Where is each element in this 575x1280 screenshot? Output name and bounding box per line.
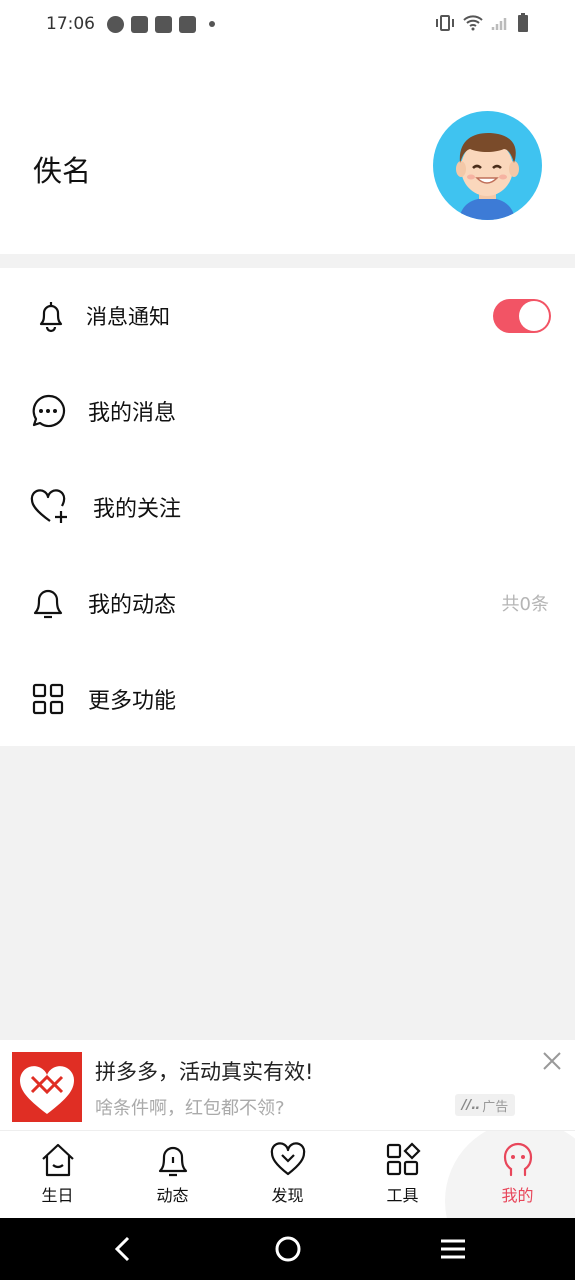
ad-title: 拼多多，活动真实有效! — [95, 1060, 314, 1084]
menu-label-following: 我的关注 — [93, 497, 182, 522]
menu-item-activity[interactable]: 我的动态 共0条 — [0, 555, 575, 651]
tab-birthday[interactable]: 生日 — [0, 1131, 115, 1218]
recents-icon[interactable] — [439, 1235, 467, 1263]
tab-label: 工具 — [386, 1186, 419, 1205]
shopping-bag-icon — [131, 15, 148, 33]
bell-icon — [158, 1146, 187, 1177]
heart-plus-icon — [30, 489, 67, 523]
tab-mine[interactable]: 我的 — [460, 1131, 575, 1218]
ad-badge: //‥ 广告 — [455, 1094, 515, 1116]
menu-label-messages: 我的消息 — [88, 401, 177, 426]
menu-label-more: 更多功能 — [88, 689, 177, 714]
notifications-toggle[interactable] — [493, 299, 551, 333]
user-name[interactable]: 佚名 — [33, 148, 91, 190]
tab-label: 生日 — [41, 1186, 74, 1205]
ad-logo-mark-icon: //‥ — [461, 1097, 481, 1113]
profile-header: 佚名 — [0, 48, 575, 254]
tab-label: 我的 — [501, 1186, 534, 1205]
status-time: 17:06 — [46, 14, 95, 34]
vibrate-icon — [436, 15, 454, 31]
menu-list: 消息通知 我的消息 我的关注 我的动态 共0条 更多功能 — [0, 268, 575, 746]
home-icon — [41, 1143, 74, 1177]
activity-count: 共0条 — [501, 594, 549, 615]
menu-item-notifications[interactable]: 消息通知 — [0, 268, 575, 364]
shopping-bag-icon — [179, 15, 196, 33]
system-nav-bar — [0, 1218, 575, 1280]
more-notifications-dot — [209, 21, 215, 27]
signal-icon — [491, 18, 507, 30]
battery-icon — [518, 13, 528, 32]
menu-label-notifications: 消息通知 — [86, 305, 170, 329]
avatar-boy-icon — [456, 133, 519, 220]
tools-icon — [386, 1142, 421, 1176]
tab-label: 动态 — [156, 1186, 189, 1205]
status-bar: 17:06 — [0, 0, 575, 48]
tab-discover[interactable]: 发现 — [230, 1131, 345, 1218]
shopping-bag-icon — [155, 15, 172, 33]
profile-icon — [503, 1142, 532, 1177]
speed-icon — [107, 15, 124, 33]
pinduoduo-logo — [12, 1052, 82, 1122]
avatar[interactable] — [433, 111, 542, 220]
ad-subtitle: 啥条件啊，红包都不领? — [95, 1098, 285, 1119]
ad-badge-label: 广告 — [482, 1099, 509, 1115]
tab-activity[interactable]: 动态 — [115, 1131, 230, 1218]
tab-label: 发现 — [271, 1186, 304, 1205]
home-circle-icon[interactable] — [274, 1235, 302, 1263]
heart-icon — [270, 1142, 305, 1176]
wifi-icon — [463, 15, 483, 31]
chat-bubble-icon — [32, 394, 66, 428]
ad-banner[interactable]: 拼多多，活动真实有效! 啥条件啊，红包都不领? //‥ 广告 — [0, 1040, 575, 1130]
tab-tools[interactable]: 工具 — [345, 1131, 460, 1218]
menu-item-more[interactable]: 更多功能 — [0, 651, 575, 747]
toggle-knob — [519, 301, 549, 331]
menu-item-following[interactable]: 我的关注 — [0, 459, 575, 555]
back-icon[interactable] — [110, 1235, 136, 1263]
grid-icon — [32, 683, 64, 715]
bell-outline-icon — [33, 589, 63, 619]
menu-item-messages[interactable]: 我的消息 — [0, 363, 575, 459]
menu-label-activity: 我的动态 — [88, 593, 177, 618]
bottom-tab-bar: 生日 动态 发现 工具 我的 — [0, 1130, 575, 1218]
bell-icon — [39, 302, 63, 333]
close-icon[interactable] — [541, 1050, 563, 1072]
